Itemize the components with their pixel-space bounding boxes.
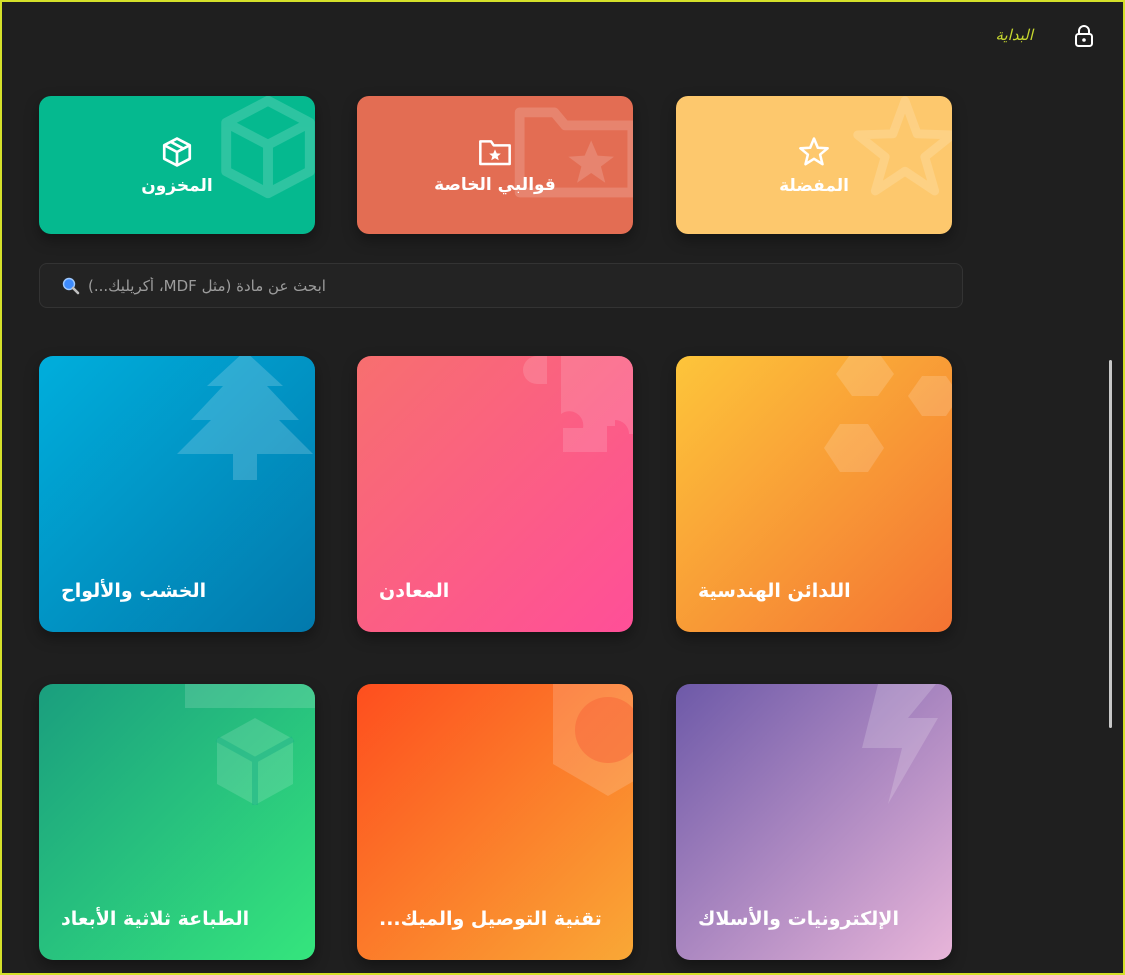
category-label: الخشب والألواح bbox=[61, 580, 207, 602]
category-metals[interactable]: المعادن bbox=[357, 356, 633, 632]
scrollbar[interactable] bbox=[1109, 360, 1112, 728]
page-title: البداية bbox=[995, 26, 1033, 44]
category-label: الإلكترونيات والأسلاك bbox=[698, 908, 899, 930]
category-label: اللدائن الهندسية bbox=[698, 580, 851, 602]
inventory-label: المخزون bbox=[141, 175, 213, 196]
category-wood[interactable]: الخشب والألواح bbox=[39, 356, 315, 632]
hex-nut-icon bbox=[553, 684, 633, 796]
favorites-card[interactable]: المفضلة bbox=[676, 96, 952, 234]
my-templates-card[interactable]: قوالبي الخاصة bbox=[357, 96, 633, 234]
material-search[interactable] bbox=[39, 263, 963, 308]
category-electronics[interactable]: الإلكترونيات والأسلاك bbox=[676, 684, 952, 960]
category-engineering-plastics[interactable]: اللدائن الهندسية bbox=[676, 356, 952, 632]
box-icon bbox=[162, 136, 192, 167]
category-fastening-mechanics[interactable]: ...تقنية التوصيل والميك bbox=[357, 684, 633, 960]
category-label: الطباعة ثلاثية الأبعاد bbox=[61, 908, 250, 930]
search-icon bbox=[60, 276, 80, 296]
lightning-icon bbox=[862, 684, 938, 804]
lock-button[interactable] bbox=[1069, 21, 1099, 51]
bolt-nut-icon bbox=[523, 356, 633, 452]
star-bg-icon bbox=[853, 96, 952, 196]
lock-icon bbox=[1075, 25, 1093, 47]
app-window: البداية المخزون قوالبي الخاصة المفضلة (.… bbox=[0, 0, 1125, 975]
favorites-label: المفضلة bbox=[779, 175, 849, 196]
category-label: المعادن bbox=[379, 580, 450, 602]
search-input[interactable] bbox=[86, 275, 962, 296]
box-bg-icon bbox=[221, 96, 315, 199]
my-templates-label: قوالبي الخاصة bbox=[434, 174, 556, 195]
inventory-card[interactable]: المخزون bbox=[39, 96, 315, 234]
tree-icon bbox=[177, 356, 313, 480]
category-3d-printing[interactable]: الطباعة ثلاثية الأبعاد bbox=[39, 684, 315, 960]
hexagon-icon bbox=[824, 356, 952, 472]
category-label: ...تقنية التوصيل والميك bbox=[379, 908, 602, 930]
folder-star-icon bbox=[479, 139, 511, 165]
star-icon bbox=[799, 136, 829, 165]
cube-icon bbox=[185, 684, 315, 805]
